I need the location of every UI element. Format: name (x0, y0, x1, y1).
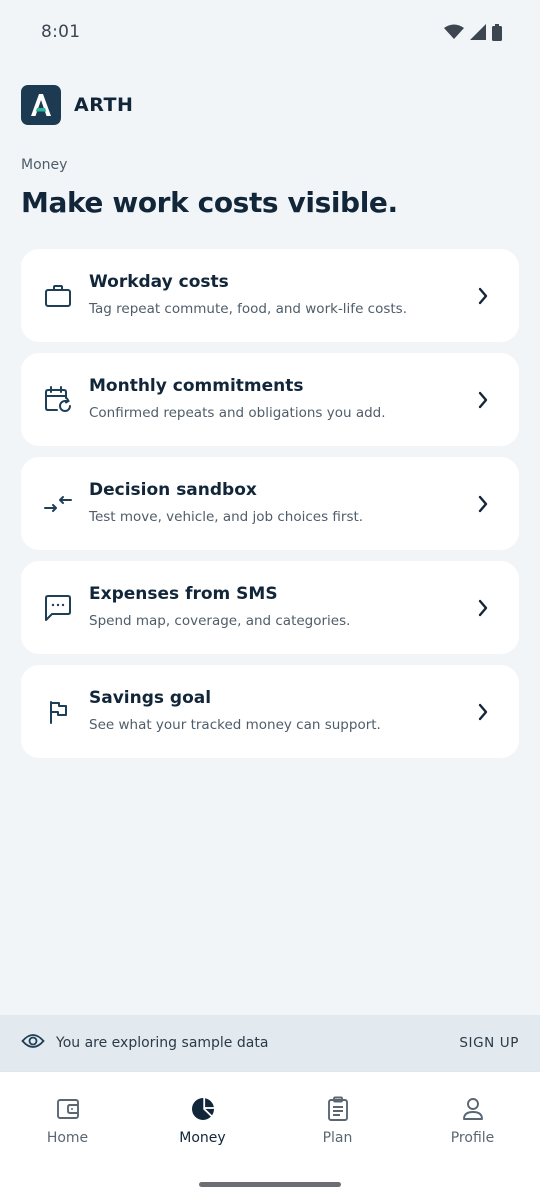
nav-item-money[interactable]: Money (135, 1072, 270, 1162)
status-icons (444, 23, 502, 41)
chevron-right-icon (477, 391, 489, 409)
chevron-right-icon (477, 703, 489, 721)
calendar-repeat-icon (43, 385, 73, 415)
money-cards-list: Workday costs Tag repeat commute, food, … (21, 249, 519, 769)
message-dots-icon (43, 593, 73, 623)
swap-arrows-icon (43, 489, 73, 519)
card-subtitle: Test move, vehicle, and job choices firs… (89, 509, 364, 525)
nav-item-plan[interactable]: Plan (270, 1072, 405, 1162)
card-subtitle: Tag repeat commute, food, and work-life … (89, 301, 407, 317)
wifi-icon (444, 24, 464, 40)
card-title: Savings goal (89, 688, 212, 708)
card-title: Expenses from SMS (89, 584, 278, 604)
card-title: Workday costs (89, 272, 229, 292)
nav-label: Money (179, 1130, 226, 1146)
card-subtitle: Spend map, coverage, and categories. (89, 613, 351, 629)
card-workday-costs[interactable]: Workday costs Tag repeat commute, food, … (21, 249, 519, 342)
card-subtitle: Confirmed repeats and obligations you ad… (89, 405, 386, 421)
brand-name: ARTH (74, 93, 134, 116)
battery-icon (492, 23, 502, 41)
status-time: 8:01 (41, 22, 81, 42)
status-bar: 8:01 (0, 0, 540, 64)
nav-label: Profile (450, 1130, 495, 1146)
bottom-nav: Home Money Plan Profile (0, 1071, 540, 1200)
chevron-right-icon (477, 495, 489, 513)
wallet-icon (56, 1096, 80, 1122)
section-label: Money (21, 157, 68, 173)
home-indicator[interactable] (199, 1182, 341, 1187)
card-savings-goal[interactable]: Savings goal See what your tracked money… (21, 665, 519, 758)
card-decision-sandbox[interactable]: Decision sandbox Test move, vehicle, and… (21, 457, 519, 550)
sample-data-banner: You are exploring sample data SIGN UP (0, 1015, 540, 1071)
nav-label: Plan (322, 1130, 353, 1146)
card-title: Decision sandbox (89, 480, 257, 500)
nav-label: Home (46, 1130, 89, 1146)
card-subtitle: See what your tracked money can support. (89, 717, 381, 733)
page-title: Make work costs visible. (21, 186, 398, 219)
flag-icon (43, 697, 73, 727)
signal-icon (470, 24, 486, 40)
chevron-right-icon (477, 287, 489, 305)
eye-icon (21, 1033, 45, 1053)
card-title: Monthly commitments (89, 376, 304, 396)
nav-item-home[interactable]: Home (0, 1072, 135, 1162)
person-icon (462, 1096, 484, 1122)
briefcase-icon (43, 281, 73, 311)
nav-item-profile[interactable]: Profile (405, 1072, 540, 1162)
pie-chart-icon (191, 1096, 215, 1122)
arth-logo-icon (21, 84, 61, 125)
chevron-right-icon (477, 599, 489, 617)
brand-header: ARTH (21, 84, 133, 125)
sign-up-button[interactable]: SIGN UP (459, 1035, 519, 1051)
sample-data-text: You are exploring sample data (56, 1035, 269, 1051)
card-expenses-from-sms[interactable]: Expenses from SMS Spend map, coverage, a… (21, 561, 519, 654)
clipboard-icon (327, 1096, 349, 1122)
card-monthly-commitments[interactable]: Monthly commitments Confirmed repeats an… (21, 353, 519, 446)
